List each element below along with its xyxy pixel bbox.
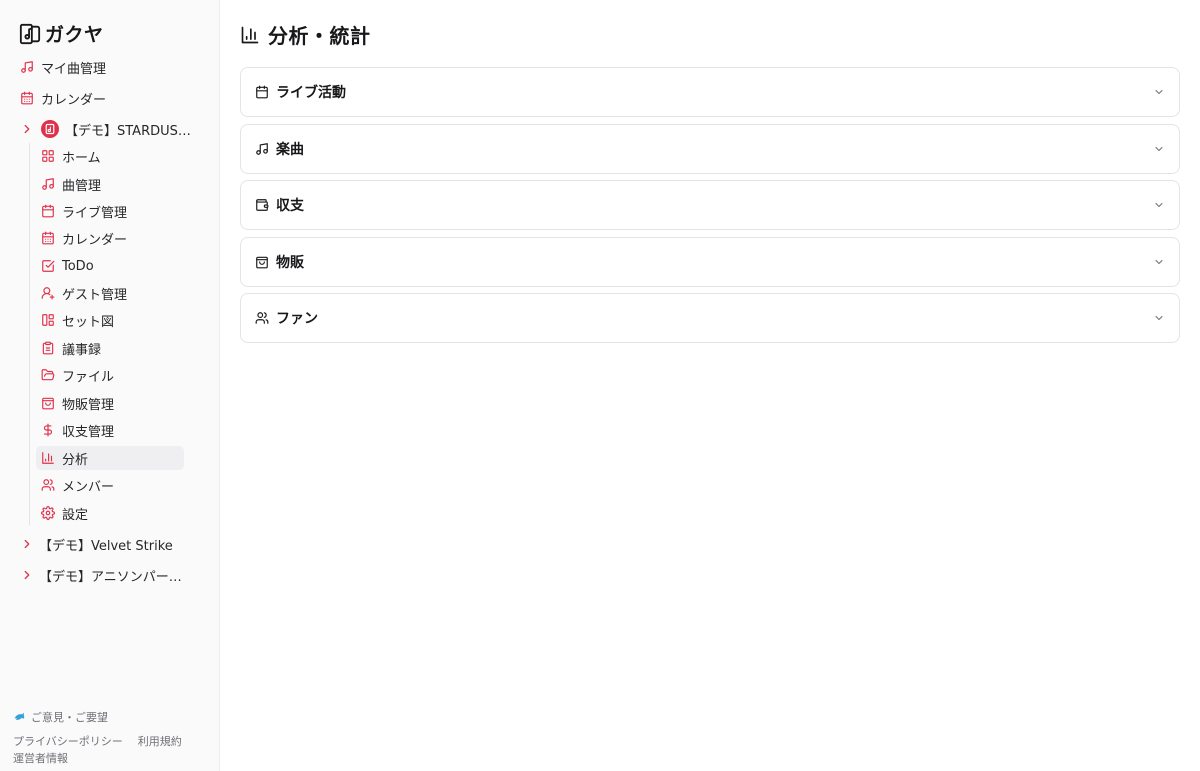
chevron-down-icon	[1155, 89, 1163, 95]
sidebar-item-label: セット図	[62, 314, 115, 330]
sidebar-item-lives[interactable]: ライブ管理	[36, 199, 184, 223]
privacy-policy-link[interactable]: プライバシーポリシー	[13, 735, 123, 748]
gear-icon	[41, 506, 55, 520]
sidebar-item-finance[interactable]: 収支管理	[36, 418, 184, 442]
chevron-right-icon	[24, 539, 30, 549]
page-title-text: 分析・統計	[268, 24, 371, 48]
feedback-link[interactable]: ご意見・ご要望	[13, 709, 108, 725]
band-velvet-strike[interactable]: 【デモ】Velvet Strike	[0, 532, 198, 556]
dolphin-icon	[14, 712, 25, 720]
calendar-icon	[42, 204, 54, 218]
sidebar-item-my-songs[interactable]: マイ曲管理	[20, 55, 106, 79]
bar-chart-icon	[241, 26, 259, 43]
sidebar-item-songs[interactable]: 曲管理	[36, 172, 184, 196]
folder-open-icon	[41, 369, 55, 381]
sidebar-item-label: 設定	[62, 507, 89, 523]
sidebar-item-label: マイ曲管理	[41, 61, 107, 77]
sidebar-item-label: 収支管理	[62, 424, 115, 440]
feedback-label: ご意見・ご要望	[31, 711, 108, 724]
sidebar-item-band-calendar[interactable]: カレンダー	[36, 226, 184, 250]
grid-icon	[42, 150, 54, 162]
main-content: 分析・統計 ライブ活動 楽曲 収支 物販 ファン	[220, 0, 1200, 771]
footer-operator: 運営者情報	[13, 750, 68, 766]
section-title: 楽曲	[276, 142, 304, 158]
footer-links: プライバシーポリシー 利用規約	[13, 733, 182, 749]
sidebar-item-home[interactable]: ホーム	[36, 144, 184, 168]
music-note-icon	[42, 178, 54, 190]
wallet-icon	[256, 199, 269, 211]
checkbox-icon	[42, 260, 55, 272]
chevron-down-icon	[1155, 315, 1163, 321]
sidebar-item-label: ToDo	[62, 258, 94, 274]
section-title: 収支	[276, 198, 304, 214]
shopping-bag-icon	[256, 256, 268, 269]
chevron-down-icon	[1155, 259, 1163, 265]
band-avatar-icon	[41, 120, 59, 138]
sidebar-item-files[interactable]: ファイル	[36, 363, 184, 387]
section-live-activity[interactable]: ライブ活動	[240, 67, 1180, 117]
band-anison-party[interactable]: 【デモ】アニソンパーテ…	[0, 563, 198, 587]
terms-link[interactable]: 利用規約	[138, 735, 182, 748]
bar-chart-icon	[42, 452, 54, 464]
sidebar-item-settings[interactable]: 設定	[36, 501, 184, 525]
band-name: 【デモ】Velvet Strike	[39, 538, 173, 554]
sidebar-item-label: 議事録	[62, 342, 102, 358]
sidebar-item-label: ゲスト管理	[62, 287, 128, 303]
calendar-days-icon	[42, 231, 54, 245]
sidebar-item-merch[interactable]: 物販管理	[36, 391, 184, 415]
app-root: ガクヤ マイ曲管理 カレンダー 【デモ】STARDUS… ホーム 曲管理 ライブ…	[0, 0, 1200, 771]
sidebar: ガクヤ マイ曲管理 カレンダー 【デモ】STARDUS… ホーム 曲管理 ライブ…	[0, 0, 220, 771]
section-merch[interactable]: 物販	[240, 237, 1180, 287]
chevron-down-icon	[1155, 146, 1163, 152]
sidebar-item-todo[interactable]: ToDo	[36, 254, 184, 278]
sidebar-item-label: 物販管理	[62, 397, 115, 413]
app-logo[interactable]: ガクヤ	[19, 20, 104, 47]
band-stardust[interactable]: 【デモ】STARDUS…	[0, 117, 198, 141]
sidebar-item-label: ホーム	[62, 150, 101, 166]
app-name: ガクヤ	[45, 24, 104, 46]
sidebar-item-analytics[interactable]: 分析	[36, 446, 184, 470]
users-icon	[255, 312, 269, 324]
sidebar-item-label: 曲管理	[62, 178, 102, 194]
sidebar-item-label: ファイル	[62, 369, 115, 385]
section-title: ファン	[276, 311, 318, 327]
calendar-icon	[21, 91, 33, 105]
logo-icon	[19, 23, 41, 44]
chevron-right-icon	[24, 570, 30, 580]
user-plus-icon	[41, 287, 55, 300]
music-note-icon	[256, 143, 268, 155]
calendar-icon	[256, 85, 268, 99]
music-note-icon	[21, 61, 33, 73]
sidebar-item-label: メンバー	[62, 479, 115, 495]
sidebar-item-minutes[interactable]: 議事録	[36, 336, 184, 360]
sidebar-item-setlist[interactable]: セット図	[36, 308, 184, 332]
clipboard-icon	[42, 341, 54, 355]
section-songs[interactable]: 楽曲	[240, 124, 1180, 174]
users-icon	[41, 479, 55, 491]
sidebar-item-label: 分析	[62, 452, 89, 468]
sidebar-item-guests[interactable]: ゲスト管理	[36, 281, 184, 305]
section-title: ライブ活動	[276, 85, 346, 101]
section-title: 物販	[276, 255, 304, 271]
band-name: 【デモ】アニソンパーテ…	[39, 569, 191, 585]
shopping-bag-icon	[42, 397, 54, 410]
dollar-icon	[43, 423, 53, 437]
band-name: 【デモ】STARDUS…	[65, 123, 191, 139]
chevron-down-icon	[1155, 202, 1163, 208]
sidebar-item-label: カレンダー	[62, 232, 128, 248]
section-fans[interactable]: ファン	[240, 293, 1180, 343]
operator-info-link[interactable]: 運営者情報	[13, 752, 68, 765]
sidebar-item-label: カレンダー	[41, 92, 107, 108]
sidebar-item-members[interactable]: メンバー	[36, 473, 184, 497]
page-title: 分析・統計	[240, 20, 371, 49]
sidebar-item-label: ライブ管理	[62, 205, 128, 221]
layout-icon	[42, 314, 54, 326]
section-finance[interactable]: 収支	[240, 180, 1180, 230]
sidebar-item-calendar[interactable]: カレンダー	[20, 86, 106, 110]
tree-guide-line	[29, 143, 30, 525]
chevron-right-icon	[24, 124, 30, 134]
